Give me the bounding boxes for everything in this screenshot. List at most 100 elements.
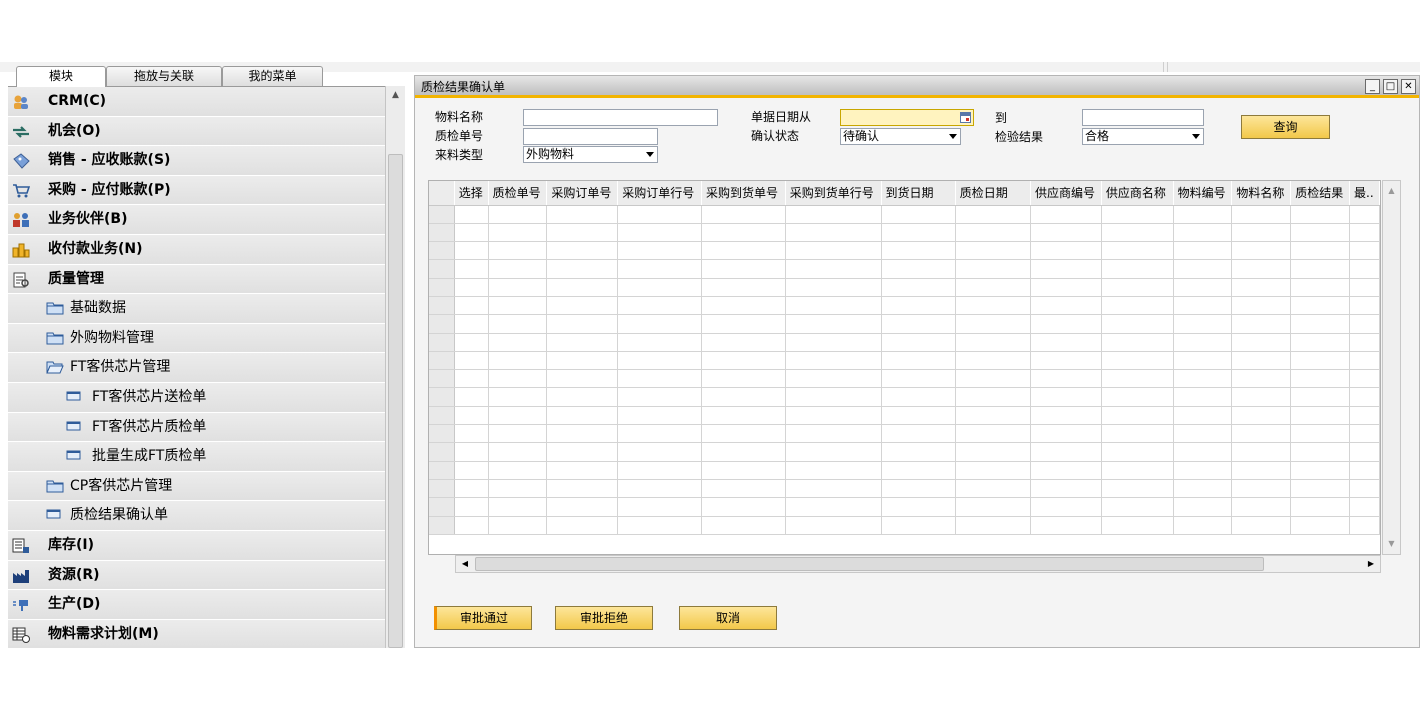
table-cell[interactable] [701, 424, 786, 444]
table-row[interactable] [429, 497, 1380, 517]
table-cell[interactable] [1349, 424, 1380, 444]
table-cell[interactable] [701, 351, 786, 371]
table-cell[interactable] [1231, 424, 1292, 444]
table-cell[interactable] [1349, 387, 1380, 407]
tree-item[interactable]: 采购 - 应付账款(P) [8, 175, 385, 206]
table-row[interactable] [429, 369, 1380, 389]
table-cell[interactable] [955, 516, 1032, 535]
row-header[interactable] [429, 278, 455, 297]
table-cell[interactable] [1290, 424, 1350, 444]
table-cell[interactable] [1030, 333, 1102, 352]
table-cell[interactable] [701, 333, 786, 352]
table-cell[interactable] [454, 296, 489, 316]
table-cell[interactable] [1173, 278, 1233, 297]
column-header[interactable]: 质检单号 [488, 181, 548, 206]
table-cell[interactable] [1101, 259, 1174, 279]
table-cell[interactable] [955, 479, 1032, 499]
row-header[interactable] [429, 223, 455, 243]
table-cell[interactable] [1030, 461, 1102, 480]
table-cell[interactable] [454, 314, 489, 334]
table-cell[interactable] [488, 369, 548, 389]
table-cell[interactable] [1290, 479, 1350, 499]
table-cell[interactable] [546, 479, 619, 499]
row-header[interactable] [429, 424, 455, 444]
row-header[interactable] [429, 516, 455, 535]
table-cell[interactable] [1349, 461, 1380, 480]
table-cell[interactable] [1173, 333, 1233, 352]
table-cell[interactable] [546, 333, 619, 352]
row-header[interactable] [429, 259, 455, 279]
table-cell[interactable] [1231, 205, 1292, 224]
table-cell[interactable] [785, 516, 882, 535]
table-cell[interactable] [955, 406, 1032, 426]
tree-item[interactable]: 生产(D) [8, 590, 385, 620]
table-cell[interactable] [617, 333, 702, 352]
table-cell[interactable] [617, 223, 702, 243]
table-cell[interactable] [785, 278, 882, 297]
table-cell[interactable] [701, 461, 786, 480]
table-cell[interactable] [617, 369, 702, 389]
tree-item[interactable]: 业务伙伴(B) [8, 205, 385, 235]
table-cell[interactable] [617, 259, 702, 279]
table-cell[interactable] [1173, 406, 1233, 426]
table-row[interactable] [429, 516, 1380, 535]
table-cell[interactable] [1290, 259, 1350, 279]
table-cell[interactable] [955, 442, 1032, 462]
table-row[interactable] [429, 424, 1380, 444]
table-cell[interactable] [1101, 479, 1174, 499]
table-cell[interactable] [1101, 406, 1174, 426]
table-cell[interactable] [1101, 351, 1174, 371]
table-cell[interactable] [785, 479, 882, 499]
table-cell[interactable] [1101, 223, 1174, 243]
date-to-input[interactable] [1082, 109, 1204, 126]
table-cell[interactable] [454, 442, 489, 462]
column-header[interactable]: 质检结果 [1290, 181, 1350, 206]
table-cell[interactable] [1173, 424, 1233, 444]
table-cell[interactable] [1173, 461, 1233, 480]
table-row[interactable] [429, 442, 1380, 462]
table-cell[interactable] [1030, 351, 1102, 371]
table-cell[interactable] [1173, 223, 1233, 243]
table-cell[interactable] [1290, 296, 1350, 316]
table-row[interactable] [429, 241, 1380, 261]
tab-modules[interactable]: 模块 [16, 66, 106, 87]
table-row[interactable] [429, 461, 1380, 480]
column-header[interactable]: 物料编号 [1173, 181, 1233, 206]
reject-button[interactable]: 审批拒绝 [555, 606, 653, 630]
table-cell[interactable] [955, 351, 1032, 371]
tree-item[interactable]: FT客供芯片质检单 [8, 412, 385, 443]
table-cell[interactable] [1231, 387, 1292, 407]
table-cell[interactable] [785, 406, 882, 426]
table-cell[interactable] [1101, 369, 1174, 389]
table-cell[interactable] [488, 205, 548, 224]
table-cell[interactable] [1101, 516, 1174, 535]
table-cell[interactable] [617, 351, 702, 371]
tab-drag-relate[interactable]: 拖放与关联 [106, 66, 222, 86]
column-header[interactable]: 到货日期 [881, 181, 956, 206]
calendar-icon[interactable] [960, 112, 971, 123]
table-cell[interactable] [881, 387, 956, 407]
tree-item[interactable]: 批量生成FT质检单 [8, 442, 385, 472]
table-cell[interactable] [1231, 479, 1292, 499]
maximize-button[interactable]: □ [1383, 79, 1398, 94]
table-cell[interactable] [617, 241, 702, 261]
table-cell[interactable] [881, 259, 956, 279]
table-cell[interactable] [1030, 497, 1102, 517]
table-cell[interactable] [1290, 333, 1350, 352]
tree-item[interactable]: 质量管理 [8, 264, 385, 295]
row-header[interactable] [429, 442, 455, 462]
table-cell[interactable] [617, 497, 702, 517]
tree-item[interactable]: FT客供芯片送检单 [8, 382, 385, 413]
table-cell[interactable] [701, 205, 786, 224]
tree-item[interactable]: 物料需求计划(M) [8, 619, 385, 648]
table-cell[interactable] [546, 241, 619, 261]
table-cell[interactable] [785, 314, 882, 334]
table-cell[interactable] [617, 387, 702, 407]
table-cell[interactable] [1030, 241, 1102, 261]
query-button[interactable]: 查询 [1241, 115, 1330, 139]
tree-item[interactable]: 外购物料管理 [8, 323, 385, 354]
table-cell[interactable] [1231, 259, 1292, 279]
table-cell[interactable] [1030, 223, 1102, 243]
table-cell[interactable] [546, 314, 619, 334]
table-cell[interactable] [1349, 259, 1380, 279]
